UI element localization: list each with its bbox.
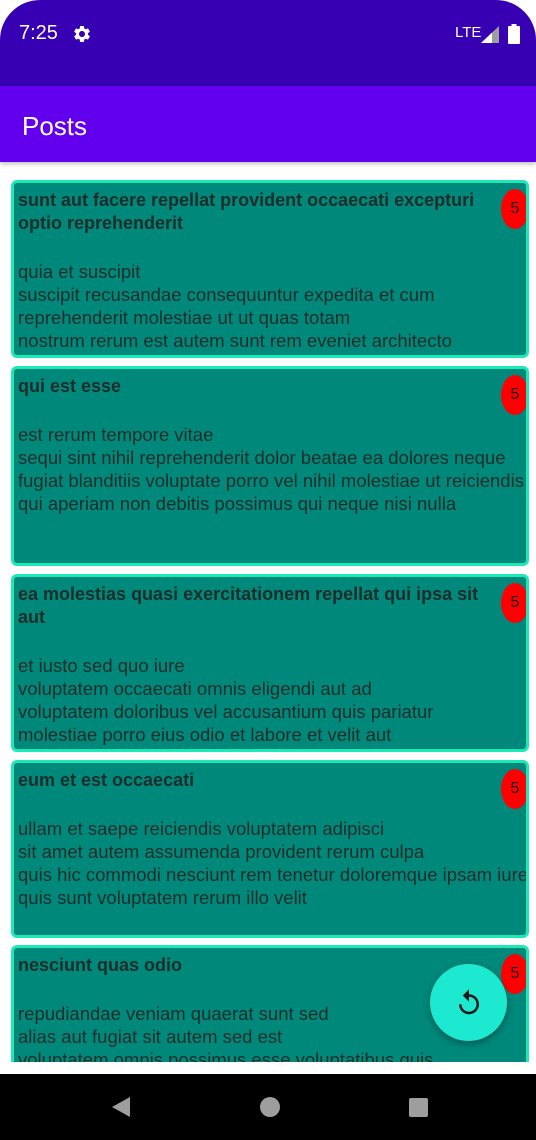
comment-count-badge: 5 bbox=[501, 375, 526, 415]
post-card[interactable]: sunt aut facere repellat provident occae… bbox=[11, 180, 529, 358]
back-icon[interactable] bbox=[110, 1096, 132, 1118]
post-body: est rerum tempore vitae sequi sint nihil… bbox=[18, 424, 524, 514]
refresh-button[interactable] bbox=[430, 964, 507, 1041]
network-type-label: LTE bbox=[455, 24, 482, 41]
app-bar: Posts bbox=[0, 86, 536, 162]
post-body: et iusto sed quo iure voluptatem occaeca… bbox=[18, 655, 434, 745]
post-title: qui est esse bbox=[18, 376, 122, 396]
status-time: 7:25 bbox=[19, 22, 58, 44]
post-title: ea molestias quasi exercitationem repell… bbox=[18, 584, 479, 627]
home-icon[interactable] bbox=[260, 1097, 280, 1117]
recents-icon[interactable] bbox=[409, 1098, 428, 1117]
battery-icon bbox=[508, 24, 520, 44]
post-body: quia et suscipit suscipit recusandae con… bbox=[18, 261, 452, 351]
page-title: Posts bbox=[22, 111, 88, 141]
system-nav-bar bbox=[0, 1074, 536, 1140]
comment-count-badge: 5 bbox=[501, 954, 526, 994]
post-card[interactable]: eum et est occaecati 5 ullam et saepe re… bbox=[11, 760, 529, 938]
post-card[interactable]: ea molestias quasi exercitationem repell… bbox=[11, 574, 529, 752]
posts-list[interactable]: sunt aut facere repellat provident occae… bbox=[0, 162, 536, 1062]
refresh-icon bbox=[458, 988, 479, 1014]
post-title: sunt aut facere repellat provident occae… bbox=[18, 190, 475, 233]
post-body: ullam et saepe reiciendis voluptatem adi… bbox=[18, 818, 529, 908]
comment-count-badge: 5 bbox=[501, 189, 526, 229]
settings-gear-icon bbox=[74, 25, 90, 42]
cell-signal-icon bbox=[481, 26, 499, 43]
comment-count-badge: 5 bbox=[501, 583, 526, 623]
post-card[interactable]: qui est esse 5 est rerum tempore vitae s… bbox=[11, 366, 529, 566]
post-title: eum et est occaecati bbox=[18, 770, 195, 790]
status-bar: 7:25 LTE bbox=[0, 0, 536, 86]
post-title: nesciunt quas odio bbox=[18, 955, 183, 975]
comment-count-badge: 5 bbox=[501, 769, 526, 809]
